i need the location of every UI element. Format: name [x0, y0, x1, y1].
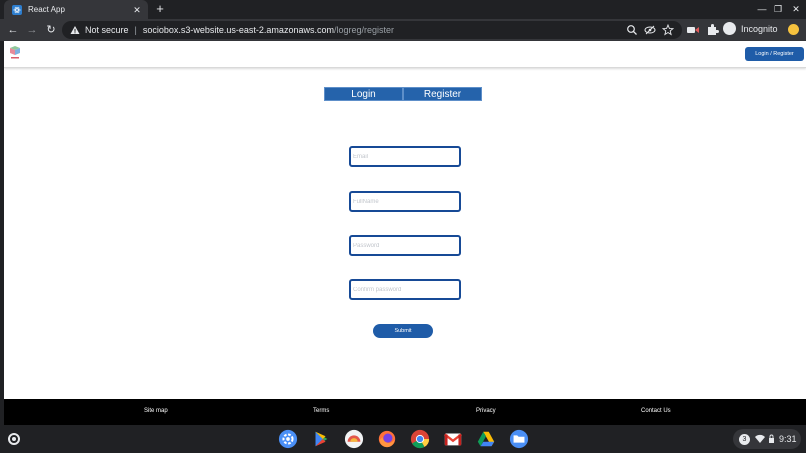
browser-toolbar: ← → ↻ Not secure | sociobox.s3-website.u… — [0, 19, 806, 41]
new-tab-button[interactable]: + — [154, 2, 166, 16]
warning-icon — [70, 26, 80, 34]
login-register-button[interactable]: Login / Register — [745, 47, 804, 61]
url-separator: | — [134, 25, 137, 35]
url-host: sociobox.s3-website.us-east-2.amazonaws.… — [142, 25, 334, 35]
maximize-button[interactable]: ❐ — [771, 3, 785, 15]
status-tray[interactable]: 3 9:31 — [733, 429, 801, 449]
reload-icon[interactable]: ↻ — [44, 23, 58, 37]
close-window-button[interactable]: ✕ — [789, 3, 803, 15]
site-header: Login / Register — [4, 41, 806, 68]
launcher-button[interactable] — [8, 433, 20, 445]
tab-login[interactable]: Login — [324, 87, 403, 101]
web-page: Login / Register Login Register Submit S… — [4, 41, 806, 425]
forward-arrow-icon[interactable]: → — [25, 23, 39, 37]
incognito-label: Incognito — [741, 23, 778, 34]
site-footer: Site map Terms Privacy Contact Us — [4, 399, 806, 425]
app-icon[interactable] — [343, 428, 365, 450]
settings-icon[interactable] — [277, 428, 299, 450]
site-logo-icon[interactable] — [8, 45, 22, 61]
submit-button[interactable]: Submit — [373, 324, 433, 338]
minimize-button[interactable]: — — [755, 3, 769, 15]
footer-link-contact[interactable]: Contact Us — [641, 408, 671, 414]
tab-close-icon[interactable]: ✕ — [131, 4, 143, 16]
profile-avatar[interactable] — [788, 24, 799, 35]
email-field[interactable] — [349, 146, 461, 167]
chrome-icon[interactable] — [409, 428, 431, 450]
zoom-search-icon[interactable] — [626, 24, 638, 36]
os-shelf: 3 9:31 — [0, 425, 806, 453]
clock-time: 9:31 — [779, 434, 797, 444]
footer-link-privacy[interactable]: Privacy — [476, 408, 496, 414]
notification-count[interactable]: 3 — [739, 433, 750, 445]
firefox-icon[interactable] — [376, 428, 398, 450]
react-favicon-icon — [12, 4, 22, 15]
browser-tab-strip: React App ✕ + — ❐ ✕ — [0, 0, 806, 19]
incognito-indicator[interactable]: Incognito — [723, 22, 778, 35]
battery-lock-icon — [769, 434, 774, 443]
browser-tab[interactable]: React App ✕ — [4, 0, 148, 19]
confirm-password-field[interactable] — [349, 279, 461, 300]
files-icon[interactable] — [508, 428, 530, 450]
tab-register[interactable]: Register — [403, 87, 482, 101]
auth-tabs: Login Register — [324, 87, 482, 101]
wifi-icon — [755, 434, 765, 443]
password-field[interactable] — [349, 235, 461, 256]
fullname-field[interactable] — [349, 191, 461, 212]
extensions-puzzle-icon[interactable] — [705, 23, 719, 37]
tracking-blocked-eye-icon[interactable] — [644, 24, 656, 36]
record-extension-icon[interactable] — [686, 23, 700, 37]
drive-icon[interactable] — [475, 428, 497, 450]
security-indicator[interactable]: Not secure — [85, 25, 129, 35]
url-path: /logreg/register — [333, 25, 394, 35]
play-store-icon[interactable] — [310, 428, 332, 450]
tab-title: React App — [28, 5, 65, 14]
footer-link-sitemap[interactable]: Site map — [144, 408, 168, 414]
gmail-icon[interactable] — [442, 428, 464, 450]
incognito-icon — [723, 22, 736, 35]
back-arrow-icon[interactable]: ← — [6, 23, 20, 37]
bookmark-star-icon[interactable] — [662, 24, 674, 36]
address-bar[interactable]: Not secure | sociobox.s3-website.us-east… — [62, 21, 682, 39]
footer-link-terms[interactable]: Terms — [313, 408, 329, 414]
